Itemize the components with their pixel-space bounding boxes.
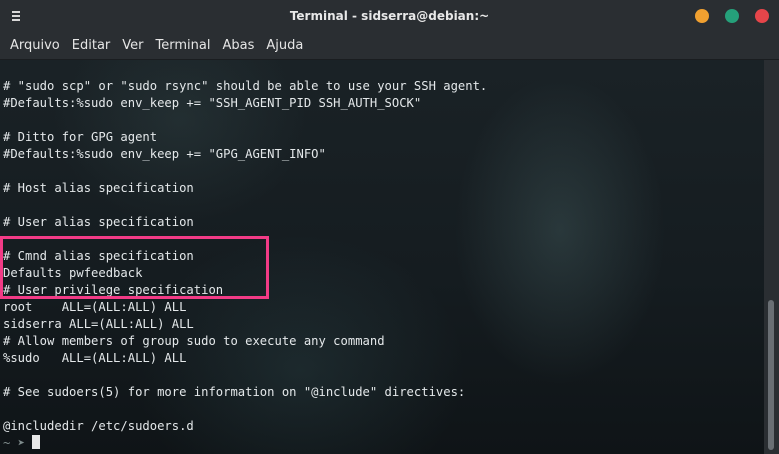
menu-arquivo[interactable]: Arquivo [4,38,66,53]
terminal-line: %sudo ALL=(ALL:ALL) ALL [3,351,187,365]
close-button[interactable] [755,9,769,23]
terminal-line: @includedir /etc/sudoers.d [3,419,194,433]
maximize-button[interactable] [725,9,739,23]
terminal-line: root ALL=(ALL:ALL) ALL [3,300,187,314]
terminal-line: sidserra ALL=(ALL:ALL) ALL [3,317,194,331]
terminal-line: # See sudoers(5) for more information on… [3,385,466,399]
highlight-box [0,236,269,299]
menu-ver[interactable]: Ver [116,38,149,53]
prompt-line[interactable]: ~ ➤ [3,435,487,452]
terminal-line: # Ditto for GPG agent [3,130,158,144]
text-cursor [32,435,41,449]
terminal-line: #Defaults:%sudo env_keep += "SSH_AGENT_P… [3,96,422,110]
terminal-line: # "sudo scp" or "sudo rsync" should be a… [3,79,488,93]
scrollbar[interactable] [764,60,779,454]
window-title: Terminal - sidserra@debian:~ [289,9,490,23]
terminal-line: # User alias specification [3,215,194,229]
menu-ajuda[interactable]: Ajuda [260,38,309,53]
menu-bar: Arquivo Editar Ver Terminal Abas Ajuda [0,32,779,60]
prompt-text: ~ ➤ [3,436,33,450]
title-bar: Terminal - sidserra@debian:~ [0,0,779,32]
menu-terminal[interactable]: Terminal [150,38,217,53]
terminal-output[interactable]: # "sudo scp" or "sudo rsync" should be a… [0,60,764,454]
terminal-line: #Defaults:%sudo env_keep += "GPG_AGENT_I… [3,147,326,161]
terminal-line: # Allow members of group sudo to execute… [3,334,385,348]
menu-editar[interactable]: Editar [66,38,117,53]
terminal-line: # Host alias specification [3,181,194,195]
menu-abas[interactable]: Abas [216,38,260,53]
scrollbar-thumb[interactable] [768,300,774,450]
minimize-button[interactable] [695,9,709,23]
